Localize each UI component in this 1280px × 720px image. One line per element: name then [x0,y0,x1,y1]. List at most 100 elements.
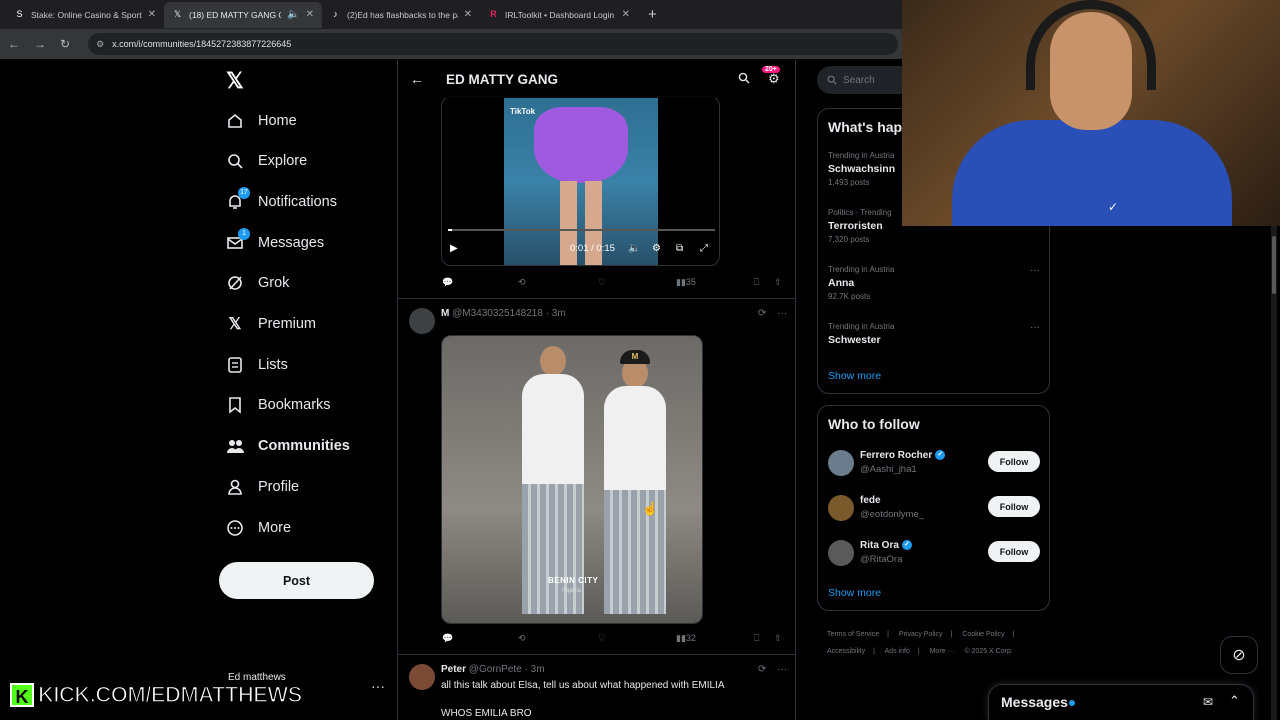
sidebar-item-explore[interactable]: Explore [226,152,307,170]
reload-icon[interactable]: ↻ [60,37,70,51]
share-icon[interactable]: ⇧ [774,633,782,644]
more-icon[interactable]: ··· [1030,322,1040,333]
new-tab-button[interactable]: + [648,6,657,23]
repost-icon[interactable]: ⟲ [518,633,526,644]
speaker-icon[interactable]: 🔈 [287,9,299,20]
trend-item[interactable]: Trending in Austria Anna 92.7K posts ··· [828,265,1040,301]
post-text: WHOS EMILIA BRO [441,708,532,719]
author-handle[interactable]: @GornPete [469,664,522,675]
volume-icon[interactable]: 🔈 [628,243,640,254]
post-button[interactable]: Post [219,562,374,599]
browser-tab[interactable]: ♪ (2)Ed has flashbacks to the pac ✕ [322,2,480,28]
sidebar-item-home[interactable]: Home [226,112,297,130]
more-icon[interactable]: ··· [777,308,787,319]
avatar[interactable] [828,450,854,476]
avatar[interactable] [828,495,854,521]
post-text: all this talk about Elsa, tell us about … [441,680,725,691]
community-settings-icon[interactable]: ⚙ [768,71,780,87]
messages-drawer[interactable]: Messages ✉ ⌃ [988,684,1254,720]
bookmark-icon[interactable]: ⎕ [754,633,759,644]
author-name[interactable]: Peter [441,664,466,675]
avatar[interactable] [828,540,854,566]
grok-floating-button[interactable]: ⊘ [1220,636,1258,674]
sidebar-item-more[interactable]: More [226,519,291,537]
sidebar-item-bookmarks[interactable]: Bookmarks [226,396,331,414]
share-icon[interactable]: ⇧ [774,277,782,288]
author-name[interactable]: M [441,308,449,319]
sidebar-item-communities[interactable]: Communities [226,437,350,455]
post-photo[interactable]: M BENIN CITY Nigeria [441,335,703,624]
person-left-head [540,346,566,376]
post-menu: ⟳ ··· [758,308,787,319]
views-icon[interactable]: ▮▮ 32 [676,633,696,644]
scrollbar-track[interactable] [1271,226,1277,720]
close-icon[interactable]: ✕ [306,9,314,20]
footer-link[interactable]: Accessibility [827,648,865,655]
footer-link[interactable]: Cookie Policy [962,631,1004,638]
follow-button[interactable]: Follow [988,451,1040,472]
messages-drawer-title: Messages [1001,694,1068,710]
footer-link[interactable]: Ads info [885,648,910,655]
follow-suggestion[interactable]: Rita Ora ✓ @RitaOra Follow [828,538,1040,570]
sidebar-item-premium[interactable]: 𝕏 Premium [226,315,316,333]
avatar[interactable] [409,308,435,334]
browser-tab[interactable]: R IRLToolkit • Dashboard Login ✕ [480,2,638,28]
close-icon[interactable]: ✕ [622,9,630,20]
search-icon[interactable] [738,72,750,87]
show-more-link[interactable]: Show more [828,370,881,382]
pip-icon[interactable]: ⧉ [676,243,683,254]
footer-link[interactable]: Terms of Service [827,631,879,638]
footer-link[interactable]: More ··· [930,648,955,655]
follow-button[interactable]: Follow [988,496,1040,517]
author-handle[interactable]: @M3430325148218 [452,308,543,319]
irltoolkit-icon: R [490,9,497,19]
tab-title: (2)Ed has flashbacks to the pac [347,9,458,20]
url-field[interactable]: ⚙ x.com/i/communities/184527238387722664… [88,33,899,55]
divider [398,298,795,299]
account-more-icon[interactable]: ··· [371,678,385,694]
trend-item[interactable]: Trending in Austria Schwester ··· [828,322,1040,346]
video-time: 0:01 / 0:15 [570,243,615,254]
forward-icon[interactable]: → [34,37,46,51]
footer-link[interactable]: Privacy Policy [899,631,943,638]
play-icon[interactable]: ▶ [450,243,458,254]
settings-icon[interactable]: ⚙ [652,243,661,254]
follow-suggestion[interactable]: fede @eotdonlyme_ Follow [828,493,1040,525]
browser-tab-active[interactable]: 𝕏 (18) ED MATTY GANG Com 🔈 ✕ [164,1,322,28]
sidebar-item-lists[interactable]: Lists [226,356,288,374]
more-icon[interactable]: ··· [1030,265,1040,276]
expand-icon[interactable]: ⌃ [1229,693,1240,709]
grok-icon[interactable]: ⟳ [758,664,766,675]
views-icon[interactable]: ▮▮ 35 [676,277,696,288]
bookmark-icon[interactable]: ⎕ [754,277,759,288]
like-icon[interactable]: ♡ [598,277,606,288]
reply-icon[interactable]: 💬 [442,633,453,644]
follow-suggestion[interactable]: Ferrero Rocher ✓ @Aashi_jha1 Follow [828,448,1040,480]
sidebar-item-grok[interactable]: Grok [226,274,289,292]
grok-icon[interactable]: ⟳ [758,308,766,319]
video-player[interactable]: TikTok ▶ 0:01 / 0:15 🔈 ⚙ ⧉ ⤢ [441,96,720,266]
like-icon[interactable]: ♡ [598,633,606,644]
new-message-icon[interactable]: ✉ [1203,695,1213,709]
sidebar-item-profile[interactable]: Profile [226,478,299,496]
back-arrow-icon[interactable]: ← [410,71,424,87]
tab-title: IRLToolkit • Dashboard Login [505,9,615,20]
video-progress-bar[interactable] [448,229,715,231]
more-icon[interactable]: ··· [777,664,787,675]
avatar[interactable] [409,664,435,690]
stake-icon: S [16,9,23,19]
site-settings-icon[interactable]: ⚙ [96,39,104,50]
repost-icon[interactable]: ⟲ [518,277,526,288]
show-more-link[interactable]: Show more [828,587,881,599]
scrollbar-thumb[interactable] [1272,236,1276,294]
sidebar-item-notifications[interactable]: 17 Notifications [226,187,337,211]
back-icon[interactable]: ← [8,37,20,51]
follow-button[interactable]: Follow [988,541,1040,562]
close-icon[interactable]: ✕ [148,9,156,20]
fullscreen-icon[interactable]: ⤢ [700,243,708,254]
x-logo-icon[interactable]: 𝕏 [226,68,244,94]
sidebar-item-messages[interactable]: 1 Messages [226,228,324,252]
close-icon[interactable]: ✕ [464,9,472,20]
browser-tab[interactable]: S Stake: Online Casino & Sports B ✕ [6,2,164,28]
reply-icon[interactable]: 💬 [442,277,453,288]
